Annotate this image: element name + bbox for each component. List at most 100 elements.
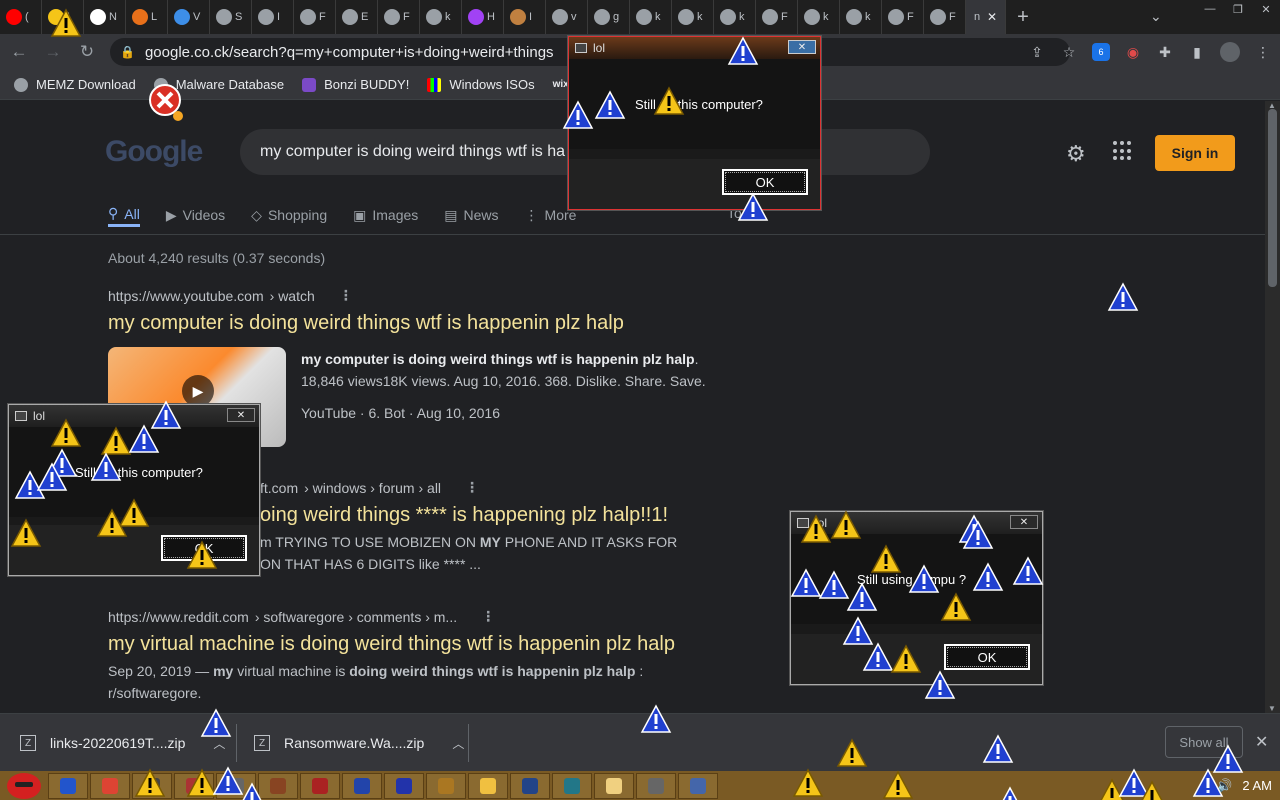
- result-title-link[interactable]: my virtual machine is doing weird things…: [108, 633, 675, 656]
- taskbar-app[interactable]: [384, 772, 424, 799]
- scroll-thumb[interactable]: [1268, 109, 1277, 287]
- google-icon: [846, 9, 862, 25]
- tab-search-chevron-icon[interactable]: ⌄: [1150, 8, 1162, 25]
- result-menu-icon[interactable]: ⋮: [481, 608, 495, 625]
- back-button[interactable]: ←: [4, 37, 34, 67]
- download-item[interactable]: Z Ransomware.Wa....zip ︿: [254, 714, 464, 772]
- result-url[interactable]: ft.com › windows › forum › all ⋮: [260, 479, 677, 496]
- google-logo[interactable]: Google: [105, 135, 203, 169]
- browser-tab[interactable]: I: [252, 0, 294, 34]
- browser-tab[interactable]: H: [462, 0, 504, 34]
- taskbar-app[interactable]: [90, 772, 130, 799]
- menu-kebab-icon[interactable]: ⋮: [1254, 43, 1272, 61]
- search-result: https://www.reddit.com › softwaregore › c…: [108, 608, 675, 704]
- close-downloads-icon[interactable]: ✕: [1255, 732, 1268, 752]
- dialog-titlebar[interactable]: lol: [569, 37, 820, 59]
- divider: [236, 724, 237, 762]
- result-menu-icon[interactable]: ⋮: [465, 479, 479, 496]
- browser-tab[interactable]: E: [336, 0, 378, 34]
- browser-tab[interactable]: I: [504, 0, 546, 34]
- tab-news[interactable]: ▤ News: [444, 203, 498, 227]
- bookmark-wix[interactable]: wix: [553, 79, 569, 90]
- extension-badge[interactable]: 6: [1092, 43, 1110, 61]
- puzzle-icon[interactable]: ✚: [1156, 43, 1174, 61]
- tab-all[interactable]: ⚲ All: [108, 203, 140, 227]
- browser-tab[interactable]: k: [798, 0, 840, 34]
- warning-icon: [36, 462, 68, 491]
- browser-tab[interactable]: k: [420, 0, 462, 34]
- warning-icon: [962, 520, 994, 549]
- share-icon[interactable]: ⇪: [1028, 43, 1046, 61]
- bookmark-bonzi[interactable]: Bonzi BUDDY!: [302, 77, 409, 92]
- result-url[interactable]: https://www.reddit.com › softwaregore › c…: [108, 608, 675, 625]
- browser-tab[interactable]: (: [0, 0, 42, 34]
- reload-button[interactable]: ↻: [72, 37, 102, 67]
- bookmark-memz[interactable]: MEMZ Download: [14, 77, 136, 92]
- browser-tab[interactable]: F: [882, 0, 924, 34]
- browser-tab[interactable]: g: [588, 0, 630, 34]
- tab-shopping[interactable]: ◇ Shopping: [251, 203, 327, 227]
- taskbar-app[interactable]: [552, 772, 592, 799]
- app-icon: [564, 777, 580, 794]
- result-title-link[interactable]: oing weird things **** is happening plz …: [260, 504, 677, 527]
- tab-videos[interactable]: ▶ Videos: [166, 203, 225, 227]
- ok-button[interactable]: OK: [944, 644, 1030, 670]
- download-item[interactable]: Z links-20220619T....zip ︿: [20, 714, 225, 772]
- browser-tab[interactable]: k: [714, 0, 756, 34]
- settings-gear-icon[interactable]: ⚙: [1066, 141, 1086, 167]
- window-controls: — ❐ ✕: [1196, 0, 1280, 18]
- taskbar-app[interactable]: [342, 772, 382, 799]
- browser-tab[interactable]: k: [840, 0, 882, 34]
- forward-button[interactable]: →: [38, 37, 68, 67]
- chevron-up-icon[interactable]: ︿: [452, 735, 464, 752]
- taskbar-app[interactable]: [678, 772, 718, 799]
- browser-tab[interactable]: k: [672, 0, 714, 34]
- browser-tab[interactable]: L: [126, 0, 168, 34]
- tab-title: E: [361, 11, 369, 23]
- profile-avatar[interactable]: [1220, 42, 1240, 62]
- taskbar-app[interactable]: [510, 772, 550, 799]
- new-tab-button[interactable]: +: [1006, 0, 1040, 34]
- active-browser-tab[interactable]: n ✕: [966, 0, 1006, 34]
- bonzi-icon: [132, 9, 148, 25]
- app-icon: [15, 411, 27, 421]
- bookmark-star-icon[interactable]: ☆: [1060, 43, 1078, 61]
- bookmark-windows-isos[interactable]: Windows ISOs: [427, 77, 535, 92]
- browser-tab[interactable]: F: [924, 0, 966, 34]
- browser-tab[interactable]: S: [210, 0, 252, 34]
- page-scrollbar[interactable]: ▲ ▼: [1265, 101, 1280, 713]
- taskbar-app[interactable]: [300, 772, 340, 799]
- more-dots-icon: ⋮: [524, 206, 539, 223]
- restore-button[interactable]: ❐: [1224, 0, 1252, 18]
- tab-title: V: [193, 11, 201, 23]
- apps-grid-icon[interactable]: [1113, 141, 1133, 161]
- browser-tab[interactable]: F: [294, 0, 336, 34]
- browser-tab[interactable]: V: [168, 0, 210, 34]
- browser-tab[interactable]: N: [84, 0, 126, 34]
- start-button[interactable]: [0, 771, 48, 800]
- browser-tab[interactable]: F: [378, 0, 420, 34]
- tab-images[interactable]: ▣ Images: [353, 203, 418, 227]
- scroll-down-icon[interactable]: ▼: [1268, 704, 1276, 713]
- dialog-close-button[interactable]: ✕: [227, 408, 255, 422]
- dialog-close-button[interactable]: ✕: [1010, 515, 1038, 529]
- taskbar-app[interactable]: [636, 772, 676, 799]
- browser-tab[interactable]: F: [756, 0, 798, 34]
- taskbar-app[interactable]: [468, 772, 508, 799]
- result-url[interactable]: https://www.youtube.com › watch ⋮: [108, 287, 624, 304]
- extension-icon[interactable]: ◉: [1124, 43, 1142, 61]
- taskbar-app[interactable]: [48, 772, 88, 799]
- sidepanel-icon[interactable]: ▮: [1188, 43, 1206, 61]
- dialog-close-button[interactable]: ✕: [788, 40, 816, 54]
- close-window-button[interactable]: ✕: [1252, 0, 1280, 18]
- result-menu-icon[interactable]: ⋮: [339, 287, 353, 304]
- browser-tab[interactable]: v: [546, 0, 588, 34]
- browser-tab[interactable]: k: [630, 0, 672, 34]
- minimize-button[interactable]: —: [1196, 0, 1224, 18]
- clock[interactable]: 2 AM: [1242, 778, 1272, 793]
- taskbar-app[interactable]: [426, 772, 466, 799]
- taskbar-app[interactable]: [594, 772, 634, 799]
- sign-in-button[interactable]: Sign in: [1155, 135, 1235, 171]
- tab-close-icon[interactable]: ✕: [987, 10, 997, 24]
- result-title-link[interactable]: my computer is doing weird things wtf is…: [108, 312, 624, 335]
